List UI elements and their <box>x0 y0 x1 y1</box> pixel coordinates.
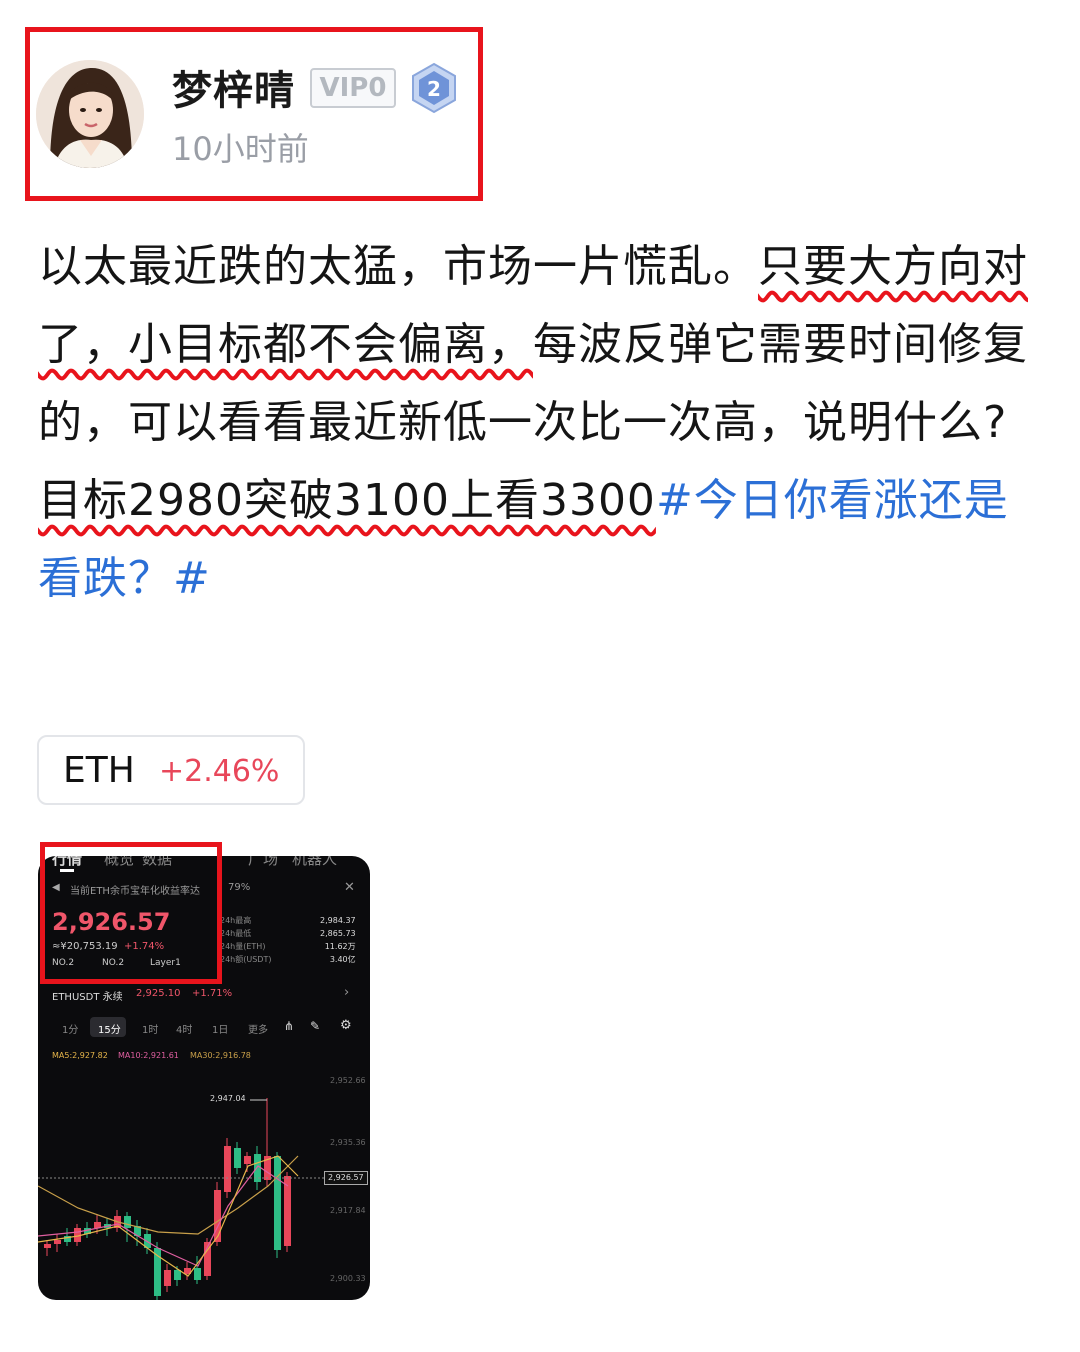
candle-body <box>54 1240 61 1244</box>
ma-line <box>38 1165 289 1267</box>
candle-body <box>44 1244 51 1248</box>
ticker-symbol: ETH <box>63 750 135 791</box>
post-body: 以太最近跌的太猛，市场一片慌乱。只要大方向对了，小目标都不会偏离，每波反弹它需要… <box>38 228 1038 618</box>
avatar-image <box>36 60 144 168</box>
candle-body <box>274 1156 281 1250</box>
candle-body <box>244 1156 251 1164</box>
vip-badge: VIP0 <box>310 68 396 108</box>
candle-body <box>224 1146 231 1192</box>
ticker-change: +2.46% <box>159 754 280 789</box>
post-text-1: 以太最近跌的太猛，市场一片慌乱。 <box>38 241 758 292</box>
post-time: 10小时前 <box>172 130 309 168</box>
candle-body <box>214 1190 221 1242</box>
candle-body <box>174 1270 181 1280</box>
ticker-chip[interactable]: ETH +2.46% <box>37 735 305 805</box>
avatar[interactable] <box>36 60 144 168</box>
candle-body <box>234 1148 241 1168</box>
level-number: 2 <box>427 77 441 101</box>
level-badge: 2 <box>410 62 458 114</box>
post-target-text: 目标2980突破3100上看3300 <box>38 475 656 526</box>
post-paragraph-1: 以太最近跌的太猛，市场一片慌乱。只要大方向对了，小目标都不会偏离，每波反弹它需要… <box>38 228 1038 462</box>
post-paragraph-2: 目标2980突破3100上看3300#今日你看涨还是看跌？# <box>38 462 1038 618</box>
candle-body <box>194 1268 201 1280</box>
level-hexagon-icon: 2 <box>412 62 456 114</box>
author-name[interactable]: 梦梓晴 <box>172 58 295 116</box>
candle-body <box>284 1176 291 1246</box>
candle-body <box>164 1270 171 1286</box>
candle-body <box>124 1216 131 1228</box>
price-highlight-box <box>40 842 222 984</box>
